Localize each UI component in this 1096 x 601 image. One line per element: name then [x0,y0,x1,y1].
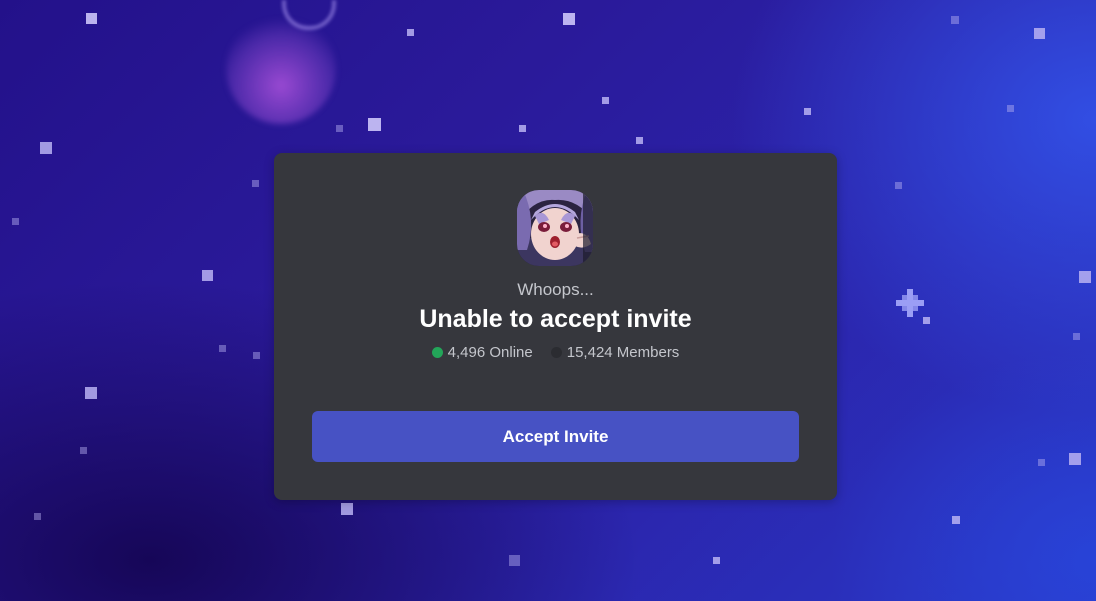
background-star [252,180,259,187]
members-stat: 15,424 Members [550,344,680,361]
background-star [40,142,52,154]
background-star [202,270,213,281]
background-star [85,387,97,399]
server-avatar-anime-icon [517,190,593,266]
background-star [80,447,87,454]
online-status-dot-icon [431,347,443,358]
member-count: 15,424 Members [566,344,680,361]
background-star [804,108,811,115]
background-star [34,513,41,520]
online-stat: 4,496 Online [431,344,533,361]
background-star [1079,271,1091,283]
background-star [86,13,97,24]
background-star [1034,28,1045,39]
invite-card: Whoops... Unable to accept invite 4,496 … [274,153,837,500]
members-status-dot-icon [550,347,562,358]
background-star [602,97,609,104]
background-star [407,29,414,36]
background-star [336,125,343,132]
invite-subtitle: Whoops... [517,280,594,299]
accept-invite-button[interactable]: Accept Invite [312,411,799,462]
background-star [951,16,959,24]
background-star [219,345,226,352]
background-star [368,118,381,131]
background-orb-decoration [226,14,336,124]
background-star [519,125,526,132]
server-avatar [517,190,593,266]
background-star [923,317,930,324]
background-sparkle [896,289,924,317]
background-star [253,352,260,359]
background-star [895,182,902,189]
background-star [952,516,960,524]
background-star [1007,105,1014,112]
background-star [713,557,720,564]
background-star [341,503,353,515]
background-star [12,218,19,225]
online-count: 4,496 Online [447,344,533,361]
background-star [1038,459,1045,466]
invite-title: Unable to accept invite [419,305,692,333]
background-star [1069,453,1081,465]
background-star [509,555,520,566]
background-star [636,137,643,144]
server-stats: 4,496 Online 15,424 Members [274,344,837,361]
background-star [563,13,575,25]
background-star [1073,333,1080,340]
